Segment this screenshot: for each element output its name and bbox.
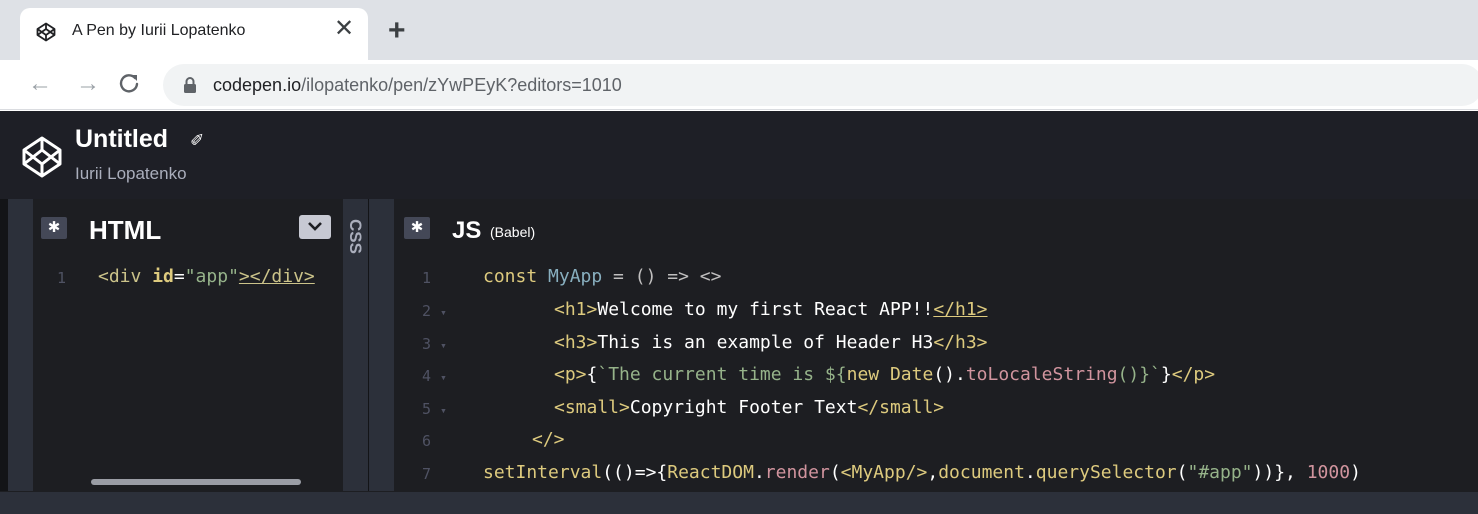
line-number: 4 ▾: [422, 367, 447, 385]
pen-title[interactable]: Untitled: [75, 125, 168, 154]
new-tab-button[interactable]: +: [388, 16, 406, 46]
forward-button[interactable]: →: [76, 72, 100, 96]
editor-bottom-bar: [0, 491, 1478, 514]
js-settings-button[interactable]: ✱: [404, 217, 430, 239]
html-settings-button[interactable]: ✱: [41, 217, 67, 239]
fold-arrow-icon[interactable]: ▾: [440, 306, 447, 319]
line-number: 5 ▾: [422, 400, 447, 418]
address-bar[interactable]: codepen.io/ilopatenko/pen/zYwPEyK?editor…: [163, 64, 1478, 106]
line-number: 1: [57, 269, 67, 287]
left-resize-gutter[interactable]: [8, 199, 33, 491]
js-code-line-5[interactable]: <small>Copyright Footer Text</small>: [554, 397, 944, 418]
gear-icon: ✱: [410, 219, 424, 236]
js-code-line-7[interactable]: setInterval(()=>{ReactDOM.render(<MyApp/…: [483, 462, 1361, 483]
reload-icon: [119, 74, 139, 93]
edit-title-pencil-icon[interactable]: ✐: [190, 131, 204, 151]
js-code-line-3[interactable]: <h3>This is an example of Header H3</h3>: [554, 332, 988, 353]
browser-tab[interactable]: A Pen by Iurii Lopatenko ✕: [20, 8, 368, 60]
fold-arrow-icon[interactable]: ▾: [440, 371, 447, 384]
codepen-logo-icon[interactable]: [20, 135, 64, 179]
line-number: 7: [422, 465, 432, 483]
html-editor-title: HTML: [89, 215, 162, 245]
gear-icon: ✱: [47, 219, 61, 236]
tab-title: A Pen by Iurii Lopatenko: [72, 22, 246, 39]
html-code-line[interactable]: <div id="app"></div>: [98, 266, 315, 287]
horizontal-scrollbar[interactable]: [91, 479, 301, 485]
browser-tabstrip: A Pen by Iurii Lopatenko ✕ +: [0, 0, 1478, 60]
line-number: 6: [422, 432, 432, 450]
lock-icon: [184, 77, 196, 93]
pen-author[interactable]: Iurii Lopatenko: [75, 164, 187, 184]
js-code-line-1[interactable]: const MyApp = () => <>: [483, 266, 721, 287]
line-number: 1: [422, 269, 432, 287]
url-text: codepen.io/ilopatenko/pen/zYwPEyK?editor…: [213, 75, 622, 96]
chevron-down-icon: [308, 222, 322, 231]
codepen-favicon-icon: [36, 22, 56, 42]
url-path: /ilopatenko/pen/zYwPEyK?editors=1010: [301, 75, 622, 95]
fold-arrow-icon[interactable]: ▾: [440, 404, 447, 417]
css-editor-collapsed[interactable]: CSS: [343, 199, 368, 491]
js-code-line-2[interactable]: <h1>Welcome to my first React APP!!</h1>: [554, 299, 988, 320]
js-editor-title: JS: [452, 217, 482, 244]
browser-toolbar: ← → codepen.io/ilopatenko/pen/zYwPEyK?ed…: [0, 60, 1478, 110]
js-editor-pane: ✱ JS (Babel) 1 2 ▾ 3 ▾ 4 ▾ 5 ▾ 6 7 const…: [394, 199, 1478, 491]
back-button[interactable]: ←: [28, 72, 52, 96]
fold-arrow-icon[interactable]: ▾: [440, 339, 447, 352]
line-number: 3 ▾: [422, 335, 447, 353]
url-host: codepen.io: [213, 75, 302, 95]
html-editor-pane: ✱ HTML 1 <div id="app"></div>: [33, 199, 343, 491]
codepen-header: Untitled ✐ Iurii Lopatenko: [0, 111, 1478, 199]
tab-close-icon[interactable]: ✕: [334, 17, 354, 41]
js-code-line-6[interactable]: </>: [532, 429, 565, 450]
html-collapse-button[interactable]: [299, 215, 331, 239]
css-editor-title: CSS: [346, 219, 365, 254]
editors-area: ✱ HTML 1 <div id="app"></div> CSS ✱ JS (…: [0, 199, 1478, 491]
pane-resize-divider[interactable]: [368, 199, 394, 491]
reload-button[interactable]: [118, 72, 140, 99]
line-number: 2 ▾: [422, 302, 447, 320]
js-preprocessor-label: (Babel): [490, 224, 536, 240]
js-code-line-4[interactable]: <p>{`The current time is ${new Date().to…: [554, 364, 1215, 385]
